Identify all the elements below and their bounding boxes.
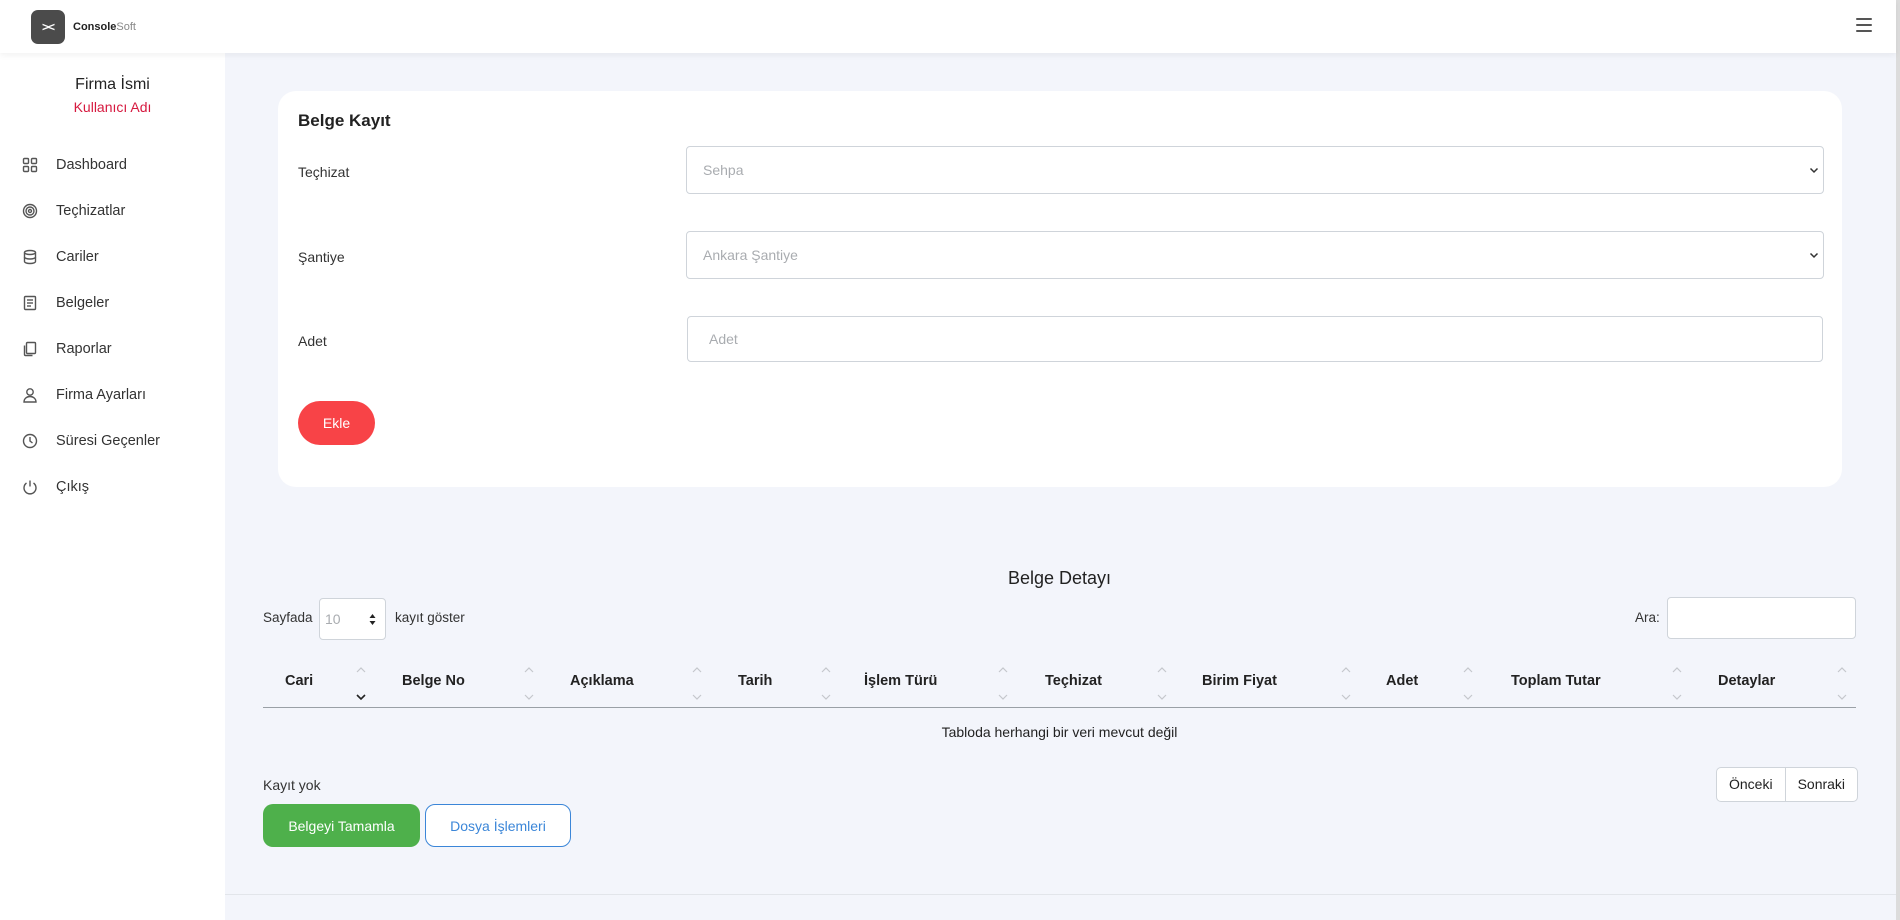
column-header-label: Belge No bbox=[402, 673, 465, 689]
column-header-label: Birim Fiyat bbox=[1202, 673, 1277, 689]
search-label: Ara: bbox=[1635, 610, 1660, 625]
sidebar-item-label: Cariler bbox=[56, 249, 99, 265]
equipment-select-value: Sehpa bbox=[703, 162, 744, 178]
column-header-techizat[interactable]: Teçhizat bbox=[1021, 660, 1178, 708]
column-header-label: Adet bbox=[1386, 673, 1419, 689]
chevron-down-icon bbox=[1809, 252, 1819, 259]
column-header-belge-no[interactable]: Belge No bbox=[378, 660, 546, 708]
site-label: Şantiye bbox=[298, 249, 345, 265]
sort-icon bbox=[997, 666, 1009, 702]
database-icon bbox=[22, 249, 38, 265]
sidebar-item-label: Dashboard bbox=[56, 157, 127, 173]
copy-icon bbox=[22, 341, 38, 357]
hamburger-menu-icon[interactable] bbox=[1856, 18, 1872, 32]
sort-icon bbox=[355, 666, 367, 702]
logo[interactable]: >< bbox=[31, 9, 65, 44]
next-page-button[interactable]: Sonraki bbox=[1784, 768, 1857, 801]
table-info: Kayıt yok bbox=[263, 777, 321, 793]
column-header-label: Açıklama bbox=[570, 673, 634, 689]
grid-icon bbox=[22, 157, 38, 173]
sort-icon bbox=[523, 666, 535, 702]
brand-light: Soft bbox=[116, 20, 136, 33]
column-header-adet[interactable]: Adet bbox=[1362, 660, 1487, 708]
column-header-birim-fiyat[interactable]: Birim Fiyat bbox=[1178, 660, 1362, 708]
user-icon bbox=[22, 387, 38, 403]
column-header-label: Cari bbox=[285, 673, 314, 689]
column-header-aciklama[interactable]: Açıklama bbox=[546, 660, 714, 708]
sort-icon bbox=[1462, 666, 1474, 702]
footer-divider bbox=[225, 894, 1896, 895]
quantity-label: Adet bbox=[298, 333, 327, 349]
document-icon bbox=[22, 295, 38, 311]
brand-name: ConsoleSoft bbox=[73, 21, 136, 33]
sidebar-item-logout[interactable]: Çıkış bbox=[0, 464, 225, 510]
site-select-value: Ankara Şantiye bbox=[703, 247, 798, 263]
pagination: Önceki Sonraki bbox=[1716, 767, 1859, 802]
page-length-value: 10 bbox=[325, 611, 341, 627]
sidebar-item-label: Çıkış bbox=[56, 479, 90, 495]
table-header: Cari Belge No Açıklama Tarih İşlem Türü … bbox=[263, 660, 1856, 708]
sort-icon bbox=[820, 666, 832, 702]
chevron-down-icon bbox=[1809, 167, 1819, 174]
sidebar-item-label: Raporlar bbox=[56, 341, 112, 357]
column-header-tarih[interactable]: Tarih bbox=[714, 660, 840, 708]
sidebar-item-label: Süresi Geçenler bbox=[56, 433, 160, 449]
page-scrollbar[interactable] bbox=[1896, 0, 1900, 920]
site-select[interactable]: Ankara Şantiye bbox=[686, 231, 1824, 279]
previous-page-button[interactable]: Önceki bbox=[1717, 768, 1785, 801]
user-name: Kullanıcı Adı bbox=[73, 99, 152, 115]
column-header-label: Teçhizat bbox=[1045, 673, 1102, 689]
column-header-label: Tarih bbox=[738, 673, 773, 689]
sidebar-item-expired[interactable]: Süresi Geçenler bbox=[0, 418, 225, 464]
page-length-select[interactable]: 10 bbox=[319, 598, 386, 640]
sort-icon bbox=[1671, 666, 1683, 702]
sort-icon bbox=[1156, 666, 1168, 702]
page-length-suffix: kayıt göster bbox=[395, 610, 465, 625]
equipment-label: Teçhizat bbox=[298, 164, 350, 180]
column-header-toplam-tutar[interactable]: Toplam Tutar bbox=[1487, 660, 1694, 708]
column-header-islem-turu[interactable]: İşlem Türü bbox=[840, 660, 1021, 708]
column-header-cari[interactable]: Cari bbox=[263, 660, 378, 708]
clock-icon bbox=[22, 433, 38, 449]
file-operations-button[interactable]: Dosya İşlemleri bbox=[425, 804, 571, 847]
sidebar-item-equipment[interactable]: Teçhizatlar bbox=[0, 188, 225, 234]
details-title: Belge Detayı bbox=[1008, 568, 1112, 588]
sidebar-item-documents[interactable]: Belgeler bbox=[0, 280, 225, 326]
sort-icon bbox=[1340, 666, 1352, 702]
column-header-label: Toplam Tutar bbox=[1511, 673, 1601, 689]
sidebar-item-label: Teçhizatlar bbox=[56, 203, 126, 219]
complete-document-button[interactable]: Belgeyi Tamamla bbox=[263, 804, 420, 847]
power-icon bbox=[22, 479, 38, 495]
document-form-card: Belge Kayıt Teçhizat Sehpa Şantiye Ankar… bbox=[278, 91, 1842, 487]
form-title: Belge Kayıt bbox=[298, 111, 391, 130]
sidebar-menu: Dashboard Teçhizatlar Cariler Belgeler R… bbox=[0, 142, 225, 510]
table-empty-message: Tabloda herhangi bir veri mevcut değil bbox=[941, 724, 1178, 740]
sidebar-item-dashboard[interactable]: Dashboard bbox=[0, 142, 225, 188]
company-name: Firma İsmi bbox=[75, 76, 150, 93]
sort-icon bbox=[691, 666, 703, 702]
sidebar: Firma İsmi Kullanıcı Adı Dashboard Teçhi… bbox=[0, 53, 225, 920]
top-bar: >< ConsoleSoft bbox=[0, 0, 1896, 53]
search-input[interactable] bbox=[1667, 597, 1856, 639]
column-header-label: Detaylar bbox=[1718, 673, 1776, 689]
target-icon bbox=[22, 203, 38, 219]
equipment-select[interactable]: Sehpa bbox=[686, 146, 1824, 194]
column-header-detaylar[interactable]: Detaylar bbox=[1694, 660, 1856, 708]
quantity-input[interactable] bbox=[687, 316, 1823, 362]
sidebar-item-accounts[interactable]: Cariler bbox=[0, 234, 225, 280]
brand-bold: Console bbox=[73, 20, 117, 33]
sidebar-item-label: Belgeler bbox=[56, 295, 110, 311]
column-header-label: İşlem Türü bbox=[864, 673, 938, 689]
sidebar-item-label: Firma Ayarları bbox=[56, 387, 146, 403]
sort-arrows-icon bbox=[369, 614, 376, 625]
sidebar-item-reports[interactable]: Raporlar bbox=[0, 326, 225, 372]
add-button[interactable]: Ekle bbox=[298, 401, 375, 445]
sort-icon bbox=[1836, 666, 1848, 702]
page-length-label: Sayfada bbox=[263, 610, 313, 625]
sidebar-item-company-settings[interactable]: Firma Ayarları bbox=[0, 372, 225, 418]
